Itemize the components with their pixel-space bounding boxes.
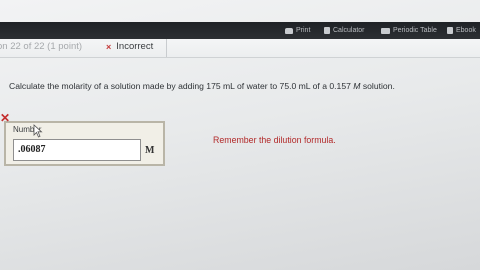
calculator-label: Calculator [333,27,365,34]
ebook-button[interactable]: Ebook [447,24,476,37]
ebook-label: Ebook [456,27,476,34]
ebook-icon [447,27,453,34]
top-toolbar: Print Calculator Periodic Table Ebook [0,22,480,39]
print-button[interactable]: Print [285,24,310,37]
question-header: on 22 of 22 (1 point) × Incorrect [0,39,480,58]
periodic-table-icon [381,27,390,34]
periodic-table-label: Periodic Table [393,27,437,34]
mouse-cursor-icon [33,124,43,138]
answer-unit: M [145,145,155,156]
status-badge: × Incorrect [102,41,153,52]
answer-box: Number .06087 M [4,121,165,166]
print-label: Print [296,27,311,34]
incorrect-icon: × [106,41,112,52]
wrong-answer-icon: ✕ [0,111,11,125]
header-divider [166,39,167,57]
calculator-button[interactable]: Calculator [324,24,365,37]
periodic-table-button[interactable]: Periodic Table [381,24,437,37]
status-text: Incorrect [116,41,154,52]
question-text-after: solution. [360,81,395,91]
question-text: Calculate the molarity of a solution mad… [9,81,395,91]
assignment-page: Print Calculator Periodic Table Ebook on… [0,0,480,270]
calculator-icon [324,27,330,34]
question-text-before: Calculate the molarity of a solution mad… [9,81,354,91]
feedback-hint: Remember the dilution formula. [213,135,336,145]
question-number: on 22 of 22 (1 point) [0,41,83,52]
answer-input[interactable]: .06087 [13,139,141,161]
printer-icon [285,27,293,34]
